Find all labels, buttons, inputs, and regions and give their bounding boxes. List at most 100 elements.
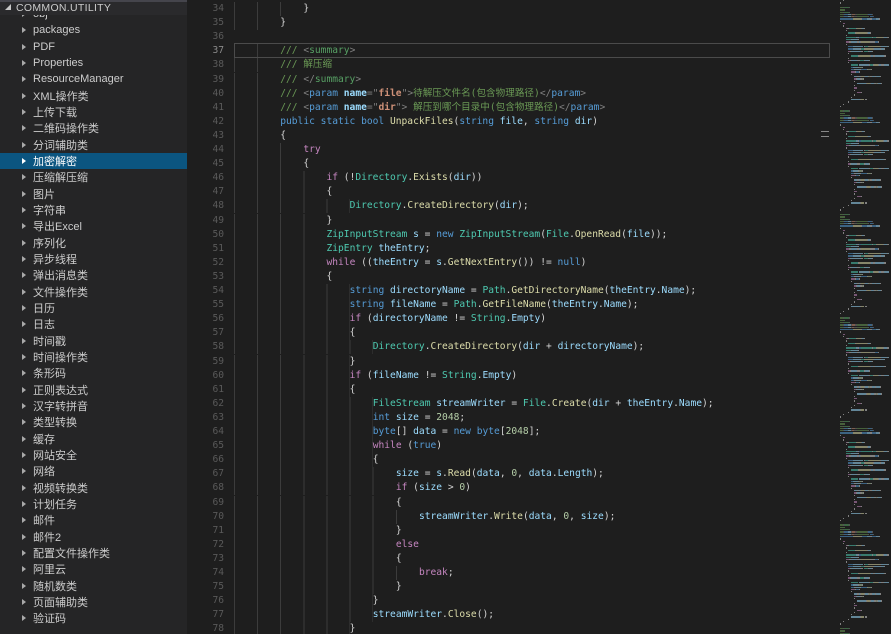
code-line[interactable]: 62FileStream streamWriter = File.Create(… xyxy=(187,397,891,411)
sidebar-item[interactable]: Properties xyxy=(0,55,187,71)
collapsed-arrow-icon[interactable] xyxy=(22,272,26,278)
collapsed-arrow-icon[interactable] xyxy=(22,501,26,507)
code-line[interactable]: 41/// <param name="dir"> 解压到哪个目录中(包含物理路径… xyxy=(187,101,891,115)
collapsed-arrow-icon[interactable] xyxy=(22,615,26,621)
line-number[interactable]: 60 xyxy=(187,369,224,383)
collapsed-arrow-icon[interactable] xyxy=(22,76,26,82)
sidebar-item[interactable]: 时间操作类 xyxy=(0,349,187,365)
sidebar-item[interactable]: 汉字转拼音 xyxy=(0,398,187,414)
line-number[interactable]: 39 xyxy=(187,73,224,87)
code-line[interactable]: 46if (!Directory.Exists(dir)) xyxy=(187,171,891,185)
code-line[interactable]: 35} xyxy=(187,16,891,30)
sidebar-item[interactable]: 导出Excel xyxy=(0,218,187,234)
collapsed-arrow-icon[interactable] xyxy=(22,534,26,540)
line-number[interactable]: 77 xyxy=(187,608,224,622)
line-number[interactable]: 73 xyxy=(187,552,224,566)
collapsed-arrow-icon[interactable] xyxy=(22,452,26,458)
collapsed-arrow-icon[interactable] xyxy=(22,485,26,491)
code-line[interactable]: 48Directory.CreateDirectory(dir); xyxy=(187,199,891,213)
code-line[interactable]: 40/// <param name="file">待解压文件名(包含物理路径)<… xyxy=(187,87,891,101)
line-number[interactable]: 46 xyxy=(187,171,224,185)
sidebar-item[interactable]: 页面辅助类 xyxy=(0,594,187,610)
collapsed-arrow-icon[interactable] xyxy=(22,27,26,33)
sidebar-item[interactable]: 序列化 xyxy=(0,235,187,251)
collapsed-arrow-icon[interactable] xyxy=(22,125,26,131)
line-number[interactable]: 51 xyxy=(187,242,224,256)
code-line[interactable]: 53{ xyxy=(187,270,891,284)
sidebar-item[interactable]: packages xyxy=(0,22,187,38)
collapsed-arrow-icon[interactable] xyxy=(22,256,26,262)
code-line[interactable]: 42public static bool UnpackFiles(string … xyxy=(187,115,891,129)
sidebar-item[interactable]: 文件操作类 xyxy=(0,284,187,300)
collapsed-arrow-icon[interactable] xyxy=(22,436,26,442)
collapsed-arrow-icon[interactable] xyxy=(22,468,26,474)
line-number[interactable]: 56 xyxy=(187,312,224,326)
line-number[interactable]: 64 xyxy=(187,425,224,439)
line-number[interactable]: 44 xyxy=(187,143,224,157)
line-number[interactable]: 67 xyxy=(187,467,224,481)
sidebar-item[interactable]: 类型转换 xyxy=(0,414,187,430)
sidebar-item[interactable]: 上传下载 xyxy=(0,104,187,120)
sidebar-item[interactable]: XML操作类 xyxy=(0,88,187,104)
line-number[interactable]: 78 xyxy=(187,622,224,634)
sidebar-item[interactable]: 随机数类 xyxy=(0,577,187,593)
collapsed-arrow-icon[interactable] xyxy=(22,158,26,164)
code-line[interactable]: 44try xyxy=(187,143,891,157)
line-number[interactable]: 69 xyxy=(187,496,224,510)
code-line[interactable]: 49} xyxy=(187,214,891,228)
code-line[interactable]: 58Directory.CreateDirectory(dir + direct… xyxy=(187,340,891,354)
line-number[interactable]: 76 xyxy=(187,594,224,608)
sidebar-item[interactable]: 日志 xyxy=(0,316,187,332)
line-number[interactable]: 71 xyxy=(187,524,224,538)
collapsed-arrow-icon[interactable] xyxy=(22,599,26,605)
line-number[interactable]: 61 xyxy=(187,383,224,397)
sidebar-item[interactable]: 异步线程 xyxy=(0,251,187,267)
sidebar-item[interactable]: 网络 xyxy=(0,463,187,479)
sidebar-item[interactable]: 压缩解压缩 xyxy=(0,169,187,185)
code-line[interactable]: 45{ xyxy=(187,157,891,171)
collapsed-arrow-icon[interactable] xyxy=(22,354,26,360)
collapsed-arrow-icon[interactable] xyxy=(22,174,26,180)
line-number[interactable]: 43 xyxy=(187,129,224,143)
sidebar-item[interactable]: 网站安全 xyxy=(0,447,187,463)
collapsed-arrow-icon[interactable] xyxy=(22,517,26,523)
sidebar-item[interactable]: 图片 xyxy=(0,186,187,202)
code-line[interactable]: 67size = s.Read(data, 0, data.Length); xyxy=(187,467,891,481)
code-line[interactable]: 78} xyxy=(187,622,891,634)
line-number[interactable]: 58 xyxy=(187,340,224,354)
code-line[interactable]: 39/// </summary> xyxy=(187,73,891,87)
code-line[interactable]: 60if (fileName != String.Empty) xyxy=(187,369,891,383)
line-number[interactable]: 74 xyxy=(187,566,224,580)
collapsed-arrow-icon[interactable] xyxy=(22,142,26,148)
code-line[interactable]: 34} xyxy=(187,2,891,16)
collapsed-arrow-icon[interactable] xyxy=(22,419,26,425)
collapsed-arrow-icon[interactable] xyxy=(22,240,26,246)
code-line[interactable]: 55string fileName = Path.GetFileName(the… xyxy=(187,298,891,312)
line-number[interactable]: 41 xyxy=(187,101,224,115)
collapsed-arrow-icon[interactable] xyxy=(22,403,26,409)
line-number[interactable]: 42 xyxy=(187,115,224,129)
line-number[interactable]: 62 xyxy=(187,397,224,411)
line-number[interactable]: 68 xyxy=(187,481,224,495)
code-line[interactable]: 38/// 解压缩 xyxy=(187,58,891,72)
sidebar-item[interactable]: 时间戳 xyxy=(0,333,187,349)
code-line[interactable]: 71} xyxy=(187,524,891,538)
line-number[interactable]: 37 xyxy=(187,44,224,58)
sidebar-item[interactable]: 加密解密 xyxy=(0,153,187,169)
collapsed-arrow-icon[interactable] xyxy=(22,387,26,393)
code-line[interactable]: 47{ xyxy=(187,185,891,199)
line-number[interactable]: 45 xyxy=(187,157,224,171)
collapsed-arrow-icon[interactable] xyxy=(22,207,26,213)
code-line[interactable]: 68if (size > 0) xyxy=(187,481,891,495)
minimap[interactable] xyxy=(832,0,891,634)
sidebar-item[interactable]: 二维码操作类 xyxy=(0,120,187,136)
sidebar-item[interactable]: 分词辅助类 xyxy=(0,137,187,153)
code-line[interactable]: 61{ xyxy=(187,383,891,397)
collapsed-arrow-icon[interactable] xyxy=(22,109,26,115)
code-line[interactable]: 73{ xyxy=(187,552,891,566)
line-number[interactable]: 50 xyxy=(187,228,224,242)
line-number[interactable]: 47 xyxy=(187,185,224,199)
collapsed-arrow-icon[interactable] xyxy=(22,60,26,66)
collapsed-arrow-icon[interactable] xyxy=(22,370,26,376)
code-editor[interactable]: 34}35}3637/// <summary>38/// 解压缩39/// </… xyxy=(187,0,891,634)
